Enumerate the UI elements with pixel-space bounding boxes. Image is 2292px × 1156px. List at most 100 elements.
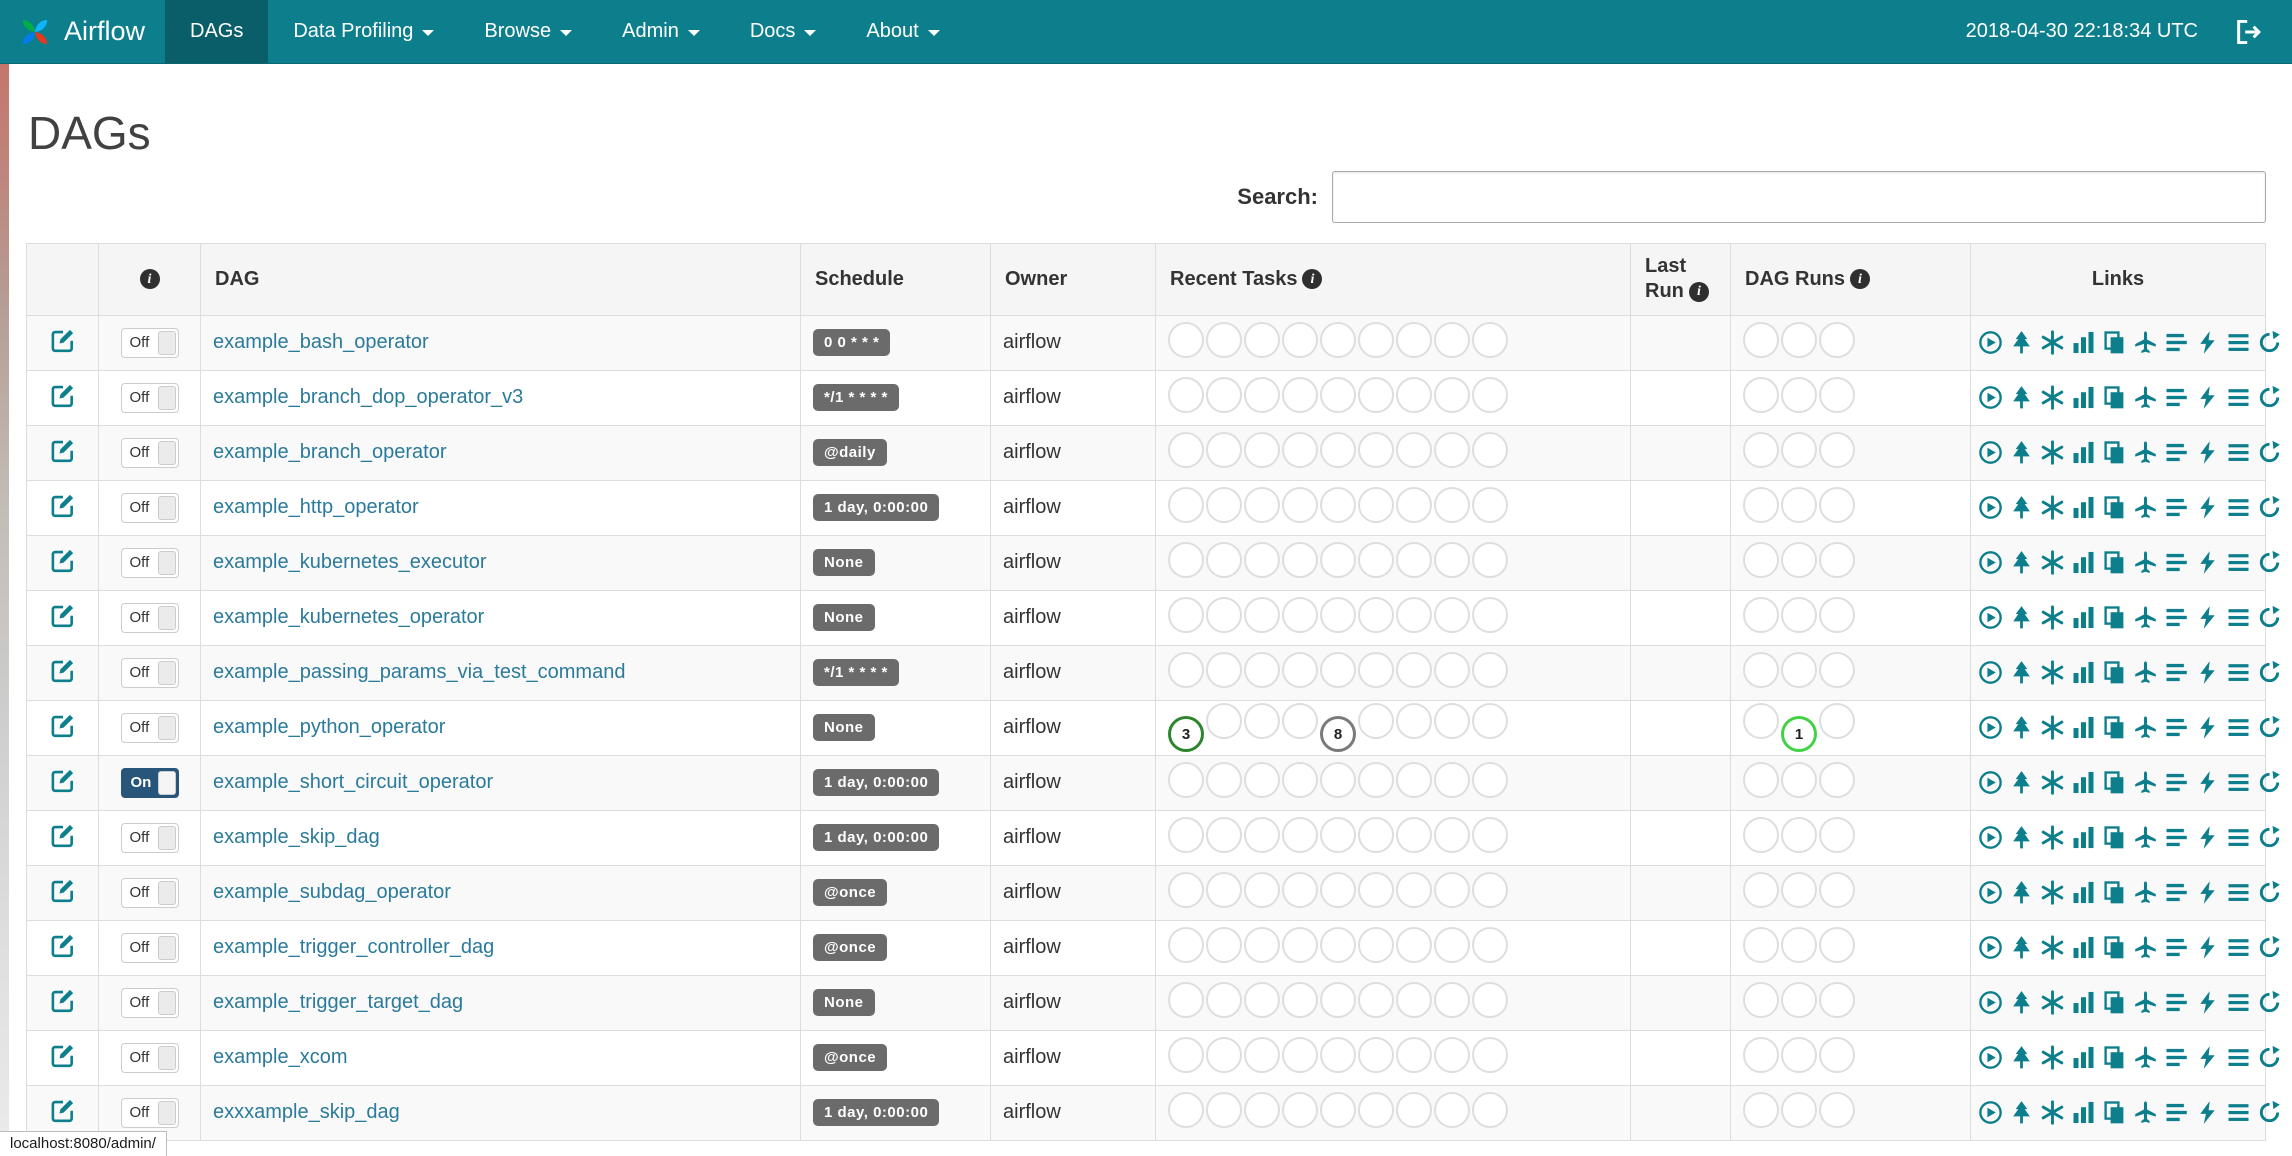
refresh-icon[interactable]: [2257, 495, 2282, 520]
task-state-circle[interactable]: [1244, 761, 1280, 798]
dag-link[interactable]: example_branch_dop_operator_v3: [213, 386, 523, 408]
tasks-duration-icon[interactable]: [2071, 440, 2096, 465]
tree-view-icon[interactable]: [2009, 770, 2034, 795]
task-state-circle[interactable]: [1434, 761, 1470, 798]
schedule-badge[interactable]: 1 day, 0:00:00: [813, 824, 940, 852]
gantt-icon[interactable]: [2164, 495, 2189, 520]
task-state-circle[interactable]: [1434, 981, 1470, 1018]
tree-view-icon[interactable]: [2009, 660, 2034, 685]
task-state-circle[interactable]: [1396, 1091, 1432, 1128]
task-state-circle[interactable]: [1282, 816, 1318, 853]
task-state-circle[interactable]: [1396, 702, 1432, 739]
task-state-circle[interactable]: [1434, 376, 1470, 413]
dag-pause-toggle[interactable]: Off: [120, 712, 179, 743]
logs-icon[interactable]: [2226, 440, 2251, 465]
task-state-circle[interactable]: [1244, 431, 1280, 468]
dag-run-circle[interactable]: 1: [1781, 716, 1817, 753]
logs-icon[interactable]: [2226, 330, 2251, 355]
schedule-badge[interactable]: @once: [813, 879, 888, 907]
task-state-circle[interactable]: [1282, 1091, 1318, 1128]
task-state-circle[interactable]: [1434, 871, 1470, 908]
task-state-circle[interactable]: [1358, 981, 1394, 1018]
logs-icon[interactable]: [2226, 1100, 2251, 1125]
task-state-circle[interactable]: [1168, 816, 1204, 853]
tasks-duration-icon[interactable]: [2071, 330, 2096, 355]
code-icon[interactable]: [2195, 935, 2220, 960]
dag-run-circle[interactable]: [1819, 431, 1855, 468]
graph-view-icon[interactable]: [2040, 1100, 2065, 1125]
task-state-circle[interactable]: [1358, 541, 1394, 578]
task-state-circle[interactable]: [1472, 816, 1508, 853]
task-state-circle[interactable]: [1206, 596, 1242, 633]
code-icon[interactable]: [2195, 715, 2220, 740]
dag-link[interactable]: example_skip_dag: [213, 826, 380, 848]
tasks-duration-icon[interactable]: [2071, 715, 2096, 740]
landing-times-icon[interactable]: [2133, 385, 2158, 410]
schedule-badge[interactable]: @once: [813, 934, 888, 962]
dag-link[interactable]: example_short_circuit_operator: [213, 771, 493, 793]
task-state-circle[interactable]: [1472, 376, 1508, 413]
dag-run-circle[interactable]: [1819, 376, 1855, 413]
task-state-circle[interactable]: [1472, 926, 1508, 963]
dag-run-circle[interactable]: [1819, 702, 1855, 739]
task-state-circle[interactable]: [1244, 981, 1280, 1018]
task-state-circle[interactable]: [1434, 541, 1470, 578]
task-state-circle[interactable]: [1168, 431, 1204, 468]
refresh-icon[interactable]: [2257, 550, 2282, 575]
task-state-circle[interactable]: [1358, 761, 1394, 798]
schedule-badge[interactable]: None: [813, 549, 875, 577]
tasks-duration-icon[interactable]: [2071, 880, 2096, 905]
code-icon[interactable]: [2195, 825, 2220, 850]
dag-run-circle[interactable]: [1743, 702, 1779, 739]
dag-pause-toggle[interactable]: Off: [120, 327, 179, 358]
dag-run-circle[interactable]: [1781, 486, 1817, 523]
logs-icon[interactable]: [2226, 715, 2251, 740]
header-schedule[interactable]: Schedule: [800, 242, 991, 316]
nav-item-docs[interactable]: Docs: [725, 0, 842, 63]
dag-link[interactable]: example_trigger_target_dag: [213, 991, 463, 1013]
task-state-circle[interactable]: [1396, 761, 1432, 798]
edit-dag-icon[interactable]: [50, 877, 76, 903]
refresh-icon[interactable]: [2257, 1100, 2282, 1125]
gantt-icon[interactable]: [2164, 1045, 2189, 1070]
dag-pause-toggle[interactable]: Off: [120, 657, 179, 688]
task-state-circle[interactable]: [1396, 926, 1432, 963]
dag-run-circle[interactable]: [1743, 761, 1779, 798]
dag-run-circle[interactable]: [1743, 871, 1779, 908]
task-state-circle[interactable]: [1320, 1036, 1356, 1073]
task-state-circle[interactable]: [1206, 486, 1242, 523]
dag-link[interactable]: example_branch_operator: [213, 441, 447, 463]
logs-icon[interactable]: [2226, 770, 2251, 795]
task-state-circle[interactable]: [1206, 871, 1242, 908]
task-tries-icon[interactable]: [2102, 825, 2127, 850]
dag-run-circle[interactable]: [1743, 376, 1779, 413]
dag-run-circle[interactable]: [1819, 486, 1855, 523]
refresh-icon[interactable]: [2257, 660, 2282, 685]
task-state-circle[interactable]: [1320, 871, 1356, 908]
task-state-circle[interactable]: [1282, 431, 1318, 468]
tree-view-icon[interactable]: [2009, 495, 2034, 520]
task-state-circle[interactable]: [1472, 321, 1508, 358]
dag-run-circle[interactable]: [1781, 596, 1817, 633]
task-state-circle[interactable]: [1358, 1091, 1394, 1128]
tasks-duration-icon[interactable]: [2071, 550, 2096, 575]
task-state-circle[interactable]: [1358, 651, 1394, 688]
dag-run-circle[interactable]: [1743, 651, 1779, 688]
task-state-circle[interactable]: [1358, 596, 1394, 633]
task-state-circle[interactable]: [1434, 321, 1470, 358]
header-owner[interactable]: Owner: [990, 242, 1156, 316]
task-tries-icon[interactable]: [2102, 660, 2127, 685]
task-state-circle[interactable]: [1244, 926, 1280, 963]
task-state-circle[interactable]: [1472, 541, 1508, 578]
task-state-circle[interactable]: [1434, 1036, 1470, 1073]
dag-run-circle[interactable]: [1743, 1091, 1779, 1128]
task-state-circle[interactable]: [1472, 1091, 1508, 1128]
task-state-circle[interactable]: [1282, 651, 1318, 688]
nav-item-data-profiling[interactable]: Data Profiling: [268, 0, 459, 63]
dag-pause-toggle[interactable]: Off: [120, 602, 179, 633]
dag-run-circle[interactable]: [1781, 761, 1817, 798]
task-state-circle[interactable]: [1168, 376, 1204, 413]
task-state-circle[interactable]: [1472, 761, 1508, 798]
task-tries-icon[interactable]: [2102, 1100, 2127, 1125]
logs-icon[interactable]: [2226, 880, 2251, 905]
